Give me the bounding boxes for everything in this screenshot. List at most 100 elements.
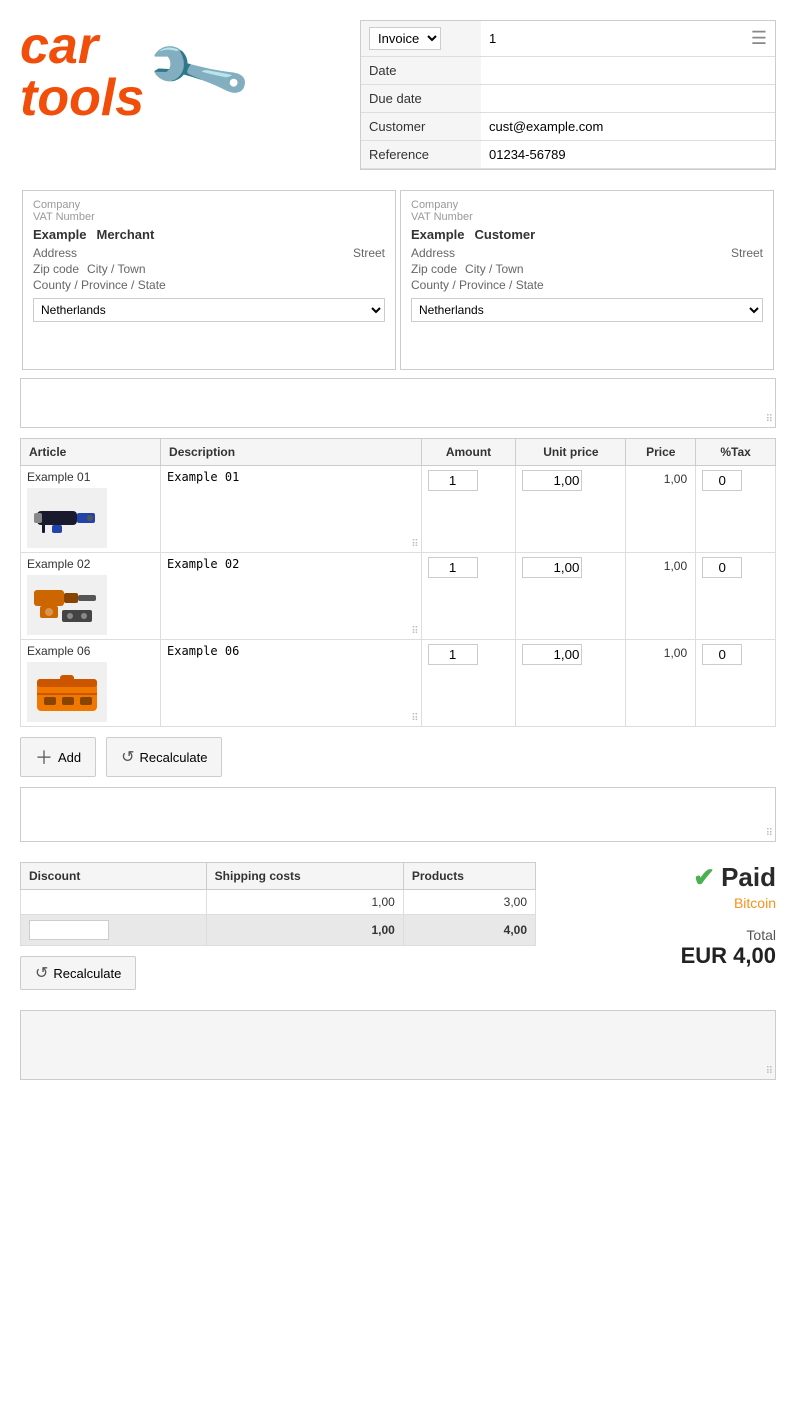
item-unit-price-input[interactable] [522,470,582,491]
item-tax-cell[interactable] [696,553,776,640]
merchant-city-label: City / Town [87,262,145,276]
customer-country-select[interactable]: Netherlands [411,298,763,322]
item-article-cell: Example 02 [21,553,161,640]
item-tax-cell[interactable] [696,640,776,727]
item-tax-cell[interactable] [696,466,776,553]
item-price-cell: 1,00 [626,553,696,640]
discount-val-1 [21,890,207,915]
merchant-address-block: Company VAT Number Example Merchant Addr… [22,190,396,370]
customer-city-row: Zip code City / Town [411,262,763,276]
list-icon[interactable]: ☰ [751,28,767,49]
shipping-bold: 1,00 [206,915,403,946]
reference-input[interactable]: 01234-56789 [489,147,767,162]
merchant-company-label: Company [33,199,385,211]
notes-area-1[interactable] [20,378,776,428]
item-price-display: 1,00 [632,644,689,662]
totals-table: Discount Shipping costs Products 1,00 3,… [20,862,536,946]
item-amount-cell[interactable] [421,640,516,727]
merchant-county-label: County / Province / State [33,278,166,292]
col-tax: %Tax [696,439,776,466]
customer-name1: Example [411,227,464,242]
item-unit-price-cell[interactable] [516,553,626,640]
customer-vat-label: VAT Number [411,211,763,223]
due-date-input[interactable] [489,91,767,106]
check-icon: ✔ [693,862,715,893]
item-unit-price-input[interactable] [522,644,582,665]
merchant-street: Street [353,246,385,260]
header: car tools 🔧 Invoice [0,0,796,190]
totals-section: Discount Shipping costs Products 1,00 3,… [20,862,776,990]
item-amount-cell[interactable] [421,553,516,640]
tool-case-icon [27,662,107,722]
totals-table-wrap: Discount Shipping costs Products 1,00 3,… [20,862,536,990]
invoice-meta: Invoice 1 ☰ Date Due date [360,20,776,170]
item-tax-input[interactable] [702,557,742,578]
add-button[interactable]: ＋ Add [20,737,96,777]
invoice-number-input[interactable]: 1 [489,31,751,46]
due-date-row: Due date [361,85,775,113]
logo-text: car tools [20,20,144,124]
item-desc-textarea[interactable]: Example 02 [167,557,415,627]
drill-icon [27,488,107,548]
table-row: Example 06 Example 06 1,00 [21,640,776,727]
actions-row: ＋ Add ↺ Recalculate [20,737,776,777]
col-description: Description [161,439,422,466]
customer-company-label: Company [411,199,763,211]
item-amount-input[interactable] [428,470,478,491]
paid-badge: ✔ Paid [556,862,776,893]
item-tax-input[interactable] [702,470,742,491]
item-desc-textarea[interactable]: Example 01 [167,470,415,540]
recalculate-button-2[interactable]: ↺ Recalculate [20,956,136,990]
customer-address-label: Address [411,246,455,260]
merchant-address-row: Address Street [33,246,385,260]
recalculate-button-1[interactable]: ↺ Recalculate [106,737,222,777]
col-price: Price [626,439,696,466]
discount-input[interactable] [29,920,109,940]
item-desc-cell[interactable]: Example 06 [161,640,422,727]
recalculate-icon-2: ↺ [35,963,48,983]
notes-area-2[interactable] [20,787,776,842]
item-price-cell: 1,00 [626,466,696,553]
merchant-country-row: Netherlands [33,298,385,322]
bitcoin-label: Bitcoin [556,895,776,911]
col-discount: Discount [21,863,207,890]
item-amount-input[interactable] [428,644,478,665]
item-article-cell: Example 06 [21,640,161,727]
products-bold: 4,00 [403,915,535,946]
item-desc-textarea[interactable]: Example 06 [167,644,415,714]
date-row: Date [361,57,775,85]
customer-row: Customer cust@example.com [361,113,775,141]
customer-input[interactable]: cust@example.com [489,119,767,134]
item-amount-input[interactable] [428,557,478,578]
bottom-notes[interactable] [20,1010,776,1080]
item-unit-price-cell[interactable] [516,466,626,553]
item-desc-cell[interactable]: Example 01 [161,466,422,553]
merchant-city-row: Zip code City / Town [33,262,385,276]
customer-street: Street [731,246,763,260]
merchant-country-select[interactable]: Netherlands [33,298,385,322]
item-price-display: 1,00 [632,470,689,488]
invoice-type-select[interactable]: Invoice [369,27,441,50]
item-name: Example 01 [27,470,154,484]
item-amount-cell[interactable] [421,466,516,553]
item-article-cell: Example 01 [21,466,161,553]
discount-input-cell[interactable] [21,915,207,946]
item-name: Example 06 [27,644,154,658]
item-desc-cell[interactable]: Example 02 [161,553,422,640]
item-price-display: 1,00 [632,557,689,575]
invoice-type-row: Invoice 1 ☰ [361,21,775,57]
customer-country-row: Netherlands [411,298,763,322]
col-amount: Amount [421,439,516,466]
drill-kit-icon [27,575,107,635]
items-table: Article Description Amount Unit price Pr… [20,438,776,727]
merchant-name2: Merchant [96,227,154,242]
date-input[interactable] [489,63,767,78]
shipping-val-1: 1,00 [206,890,403,915]
item-unit-price-input[interactable] [522,557,582,578]
merchant-name-row: Example Merchant [33,227,385,242]
item-unit-price-cell[interactable] [516,640,626,727]
item-price-cell: 1,00 [626,640,696,727]
col-shipping: Shipping costs [206,863,403,890]
item-tax-input[interactable] [702,644,742,665]
customer-address-row: Address Street [411,246,763,260]
